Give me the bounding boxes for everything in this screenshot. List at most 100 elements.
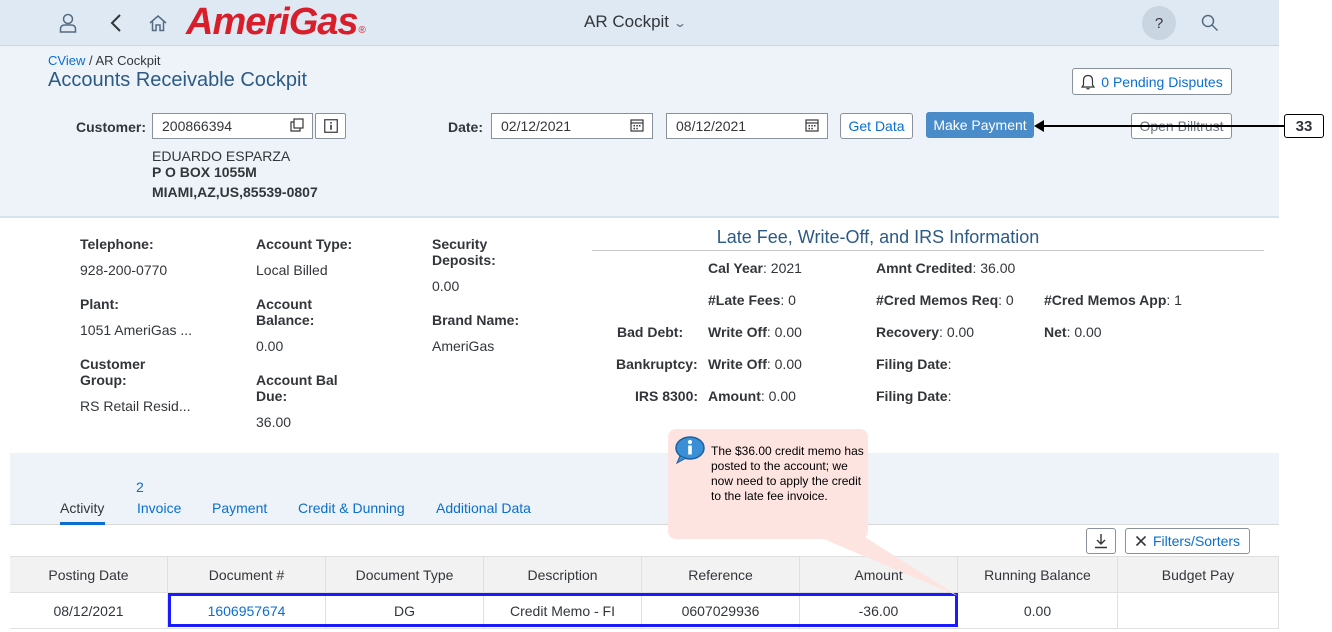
make-payment-button[interactable]: Make Payment [926, 112, 1034, 138]
pending-disputes-button[interactable]: 0 Pending Disputes [1072, 68, 1232, 95]
cal-year-field: Cal Year: 2021 [708, 260, 802, 276]
tab-invoice[interactable]: Invoice [137, 500, 181, 516]
customer-address-line2: MIAMI,AZ,US,85539-0807 [152, 184, 318, 200]
irs-amount-field: Amount: 0.00 [708, 388, 796, 404]
account-type-label: Account Type: [256, 236, 353, 252]
cal-year-label: Cal Year [708, 260, 764, 276]
download-icon [1095, 534, 1107, 549]
callout-pointer-line [1040, 125, 1284, 127]
late-fee-divider [592, 250, 1264, 251]
cal-year-value: : 2021 [763, 260, 802, 276]
callout-step-number: 33 [1284, 114, 1324, 138]
search-icon[interactable] [1198, 11, 1222, 35]
date-to-input[interactable]: 08/12/2021 [666, 113, 828, 139]
irs-filing-date-field: Filing Date: [876, 388, 951, 404]
page-title: Accounts Receivable Cockpit [48, 69, 308, 91]
bad-debt-writeoff-value: : 0.00 [766, 324, 802, 340]
account-balance-label-2: Balance: [256, 312, 315, 328]
amnt-credited-field: Amnt Credited: 36.00 [876, 260, 1015, 276]
tab-additional-data[interactable]: Additional Data [436, 500, 531, 516]
export-button[interactable] [1086, 528, 1116, 554]
info-bubble-icon [675, 436, 705, 464]
calendar-icon[interactable] [805, 118, 819, 135]
bankruptcy-writeoff-label: Write Off [708, 356, 767, 372]
logo-text: AmeriGas [186, 1, 359, 43]
column-header-budget-pay[interactable]: Budget Pay [1118, 557, 1279, 592]
user-icon[interactable] [56, 11, 80, 35]
date-from-input[interactable]: 02/12/2021 [491, 113, 653, 139]
cred-memos-app-value: : 1 [1166, 292, 1182, 308]
filters-sorters-button[interactable]: Filters/Sorters [1125, 528, 1250, 554]
column-header-reference[interactable]: Reference [642, 557, 800, 592]
get-data-button[interactable]: Get Data [840, 113, 913, 139]
help-button[interactable]: ? [1142, 6, 1176, 40]
tab-payment[interactable]: Payment [212, 500, 267, 516]
back-icon[interactable] [104, 11, 128, 35]
calendar-icon[interactable] [630, 118, 644, 135]
net-label: Net [1044, 324, 1067, 340]
date-label: Date: [448, 119, 484, 135]
app-title-menu[interactable]: AR Cockpit ⌄ [584, 12, 687, 32]
security-deposits-label-2: Deposits: [432, 252, 496, 268]
column-header-document-number[interactable]: Document # [168, 557, 326, 592]
tab-bar [10, 453, 1279, 525]
breadcrumb-current: AR Cockpit [95, 53, 161, 68]
column-header-amount[interactable]: Amount [800, 557, 958, 592]
recovery-field: Recovery: 0.00 [876, 324, 974, 340]
tab-activity[interactable]: Activity [60, 500, 104, 516]
brand-name-label: Brand Name: [432, 312, 520, 328]
date-to-value: 08/12/2021 [676, 118, 747, 134]
home-icon[interactable] [146, 11, 170, 35]
column-header-document-type[interactable]: Document Type [326, 557, 484, 592]
recovery-value: : 0.00 [939, 324, 975, 340]
breadcrumb: CView / AR Cockpit [48, 53, 161, 68]
tooltip-text: The $36.00 credit memo has posted to the… [711, 444, 864, 503]
late-fees-label: #Late Fees [708, 292, 781, 308]
customer-name: EDUARDO ESPARZA [152, 148, 291, 164]
net-field: Net: 0.00 [1044, 324, 1102, 340]
tab-credit-dunning[interactable]: Credit & Dunning [298, 500, 405, 516]
account-bal-due-label-1: Account Bal [256, 372, 338, 388]
bad-debt-label: Bad Debt: [617, 324, 684, 340]
filing-date-value: : [947, 356, 952, 372]
cred-memos-req-label: #Cred Memos Req [876, 292, 999, 308]
customer-info-button[interactable] [315, 113, 346, 139]
column-header-posting-date[interactable]: Posting Date [10, 557, 168, 592]
security-deposits-label-1: Security [432, 236, 488, 252]
column-header-running-balance[interactable]: Running Balance [958, 557, 1118, 592]
column-header-description[interactable]: Description [484, 557, 642, 592]
filing-date-label: Filing Date [876, 356, 948, 372]
bankruptcy-writeoff-value: : 0.00 [766, 356, 802, 372]
customer-input[interactable]: 200866394 [152, 113, 313, 139]
logo-mark: ® [358, 25, 366, 36]
cell-posting-date: 08/12/2021 [10, 593, 168, 628]
info-icon [323, 119, 338, 133]
cred-memos-req-field: #Cred Memos Req: 0 [876, 292, 1014, 308]
account-balance-value: 0.00 [256, 338, 284, 354]
cred-memos-req-value: : 0 [998, 292, 1014, 308]
late-fee-section-title: Late Fee, Write-Off, and IRS Information [716, 227, 1040, 247]
irs-filing-date-value: : [947, 388, 952, 404]
cred-memos-app-label: #Cred Memos App [1044, 292, 1167, 308]
highlight-box [168, 593, 958, 627]
customer-input-value: 200866394 [162, 118, 233, 134]
breadcrumb-link-cview[interactable]: CView [48, 53, 85, 68]
account-balance-label-1: Account [256, 296, 312, 312]
filters-sorters-label: Filters/Sorters [1152, 533, 1241, 549]
customer-label: Customer: [76, 119, 147, 135]
app-title: AR Cockpit [584, 12, 670, 31]
late-fees-field: #Late Fees: 0 [708, 292, 796, 308]
irs-amount-value: : 0.00 [760, 388, 796, 404]
amnt-credited-label: Amnt Credited [876, 260, 973, 276]
cell-budget-pay [1118, 593, 1279, 628]
plant-value: 1051 AmeriGas ... [80, 322, 193, 338]
account-type-value: Local Billed [256, 262, 328, 278]
date-from-value: 02/12/2021 [501, 118, 572, 134]
bell-icon [1081, 74, 1096, 90]
net-value: : 0.00 [1066, 324, 1102, 340]
close-icon [1135, 535, 1147, 547]
amnt-credited-value: : 36.00 [972, 260, 1016, 276]
value-help-icon[interactable] [290, 118, 304, 135]
customer-address-line1: P O BOX 1055M [152, 164, 257, 180]
shell-bar: AmeriGas ® AR Cockpit ⌄ ? [0, 0, 1279, 46]
